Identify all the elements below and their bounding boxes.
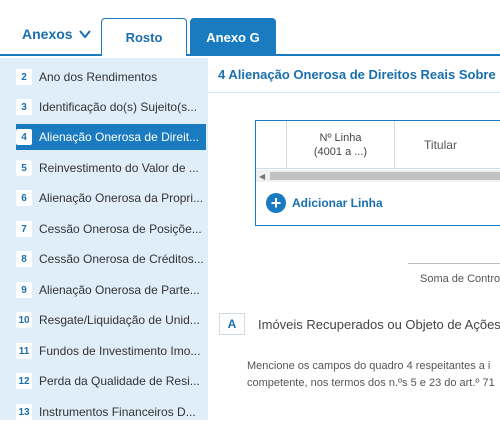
sidebar-item-label: Ano dos Rendimentos [39,70,158,84]
table-header-linha-label: Nº Linha [319,131,362,144]
sidebar-item-number: 3 [16,99,32,115]
data-table: Nº Linha (4001 a ...) Titular ◀ + Adicio… [255,120,500,226]
tab-rosto[interactable]: Rosto [101,18,187,56]
sidebar-item-number: 10 [16,312,32,328]
sidebar-item-label: Reinvestimento do Valor de ... [39,161,199,175]
sidebar-item-number: 2 [16,69,32,85]
table-header-linha: Nº Linha (4001 a ...) [287,121,395,168]
sidebar-item-8[interactable]: 8 Cessão Onerosa de Créditos... [16,246,206,272]
plus-circle-icon: + [266,193,286,213]
section-a-title: Imóveis Recuperados ou Objeto de Ações [258,317,500,332]
sidebar-item-label: Alienação Onerosa de Parte... [39,283,200,297]
sidebar-item-4[interactable]: 4 Alienação Onerosa de Direit... [16,124,206,150]
anexos-label: Anexos [22,26,73,42]
sidebar-item-label: Cessão Onerosa de Posiçõe... [39,222,202,236]
sidebar-item-2[interactable]: 2 Ano dos Rendimentos [16,64,206,90]
sidebar-item-3[interactable]: 3 Identificação do(s) Sujeito(s... [16,94,206,120]
sidebar-item-7[interactable]: 7 Cessão Onerosa de Posiçõe... [16,216,206,242]
sidebar-item-number: 5 [16,160,32,176]
sidebar-item-10[interactable]: 10 Resgate/Liquidação de Unid... [16,307,206,333]
sidebar-item-label: Cessão Onerosa de Créditos... [39,252,204,266]
sidebar-item-number: 9 [16,282,32,298]
main-content: 4 Alienação Onerosa de Direitos Reais So… [208,58,500,420]
sidebar-item-6[interactable]: 6 Alienação Onerosa da Propri... [16,185,206,211]
sidebar-item-label: Identificação do(s) Sujeito(s... [39,100,198,114]
tab-anexo-g-label: Anexo G [206,29,260,45]
scroll-left-arrow-icon[interactable]: ◀ [259,172,265,181]
chevron-down-icon [78,30,91,39]
sidebar-item-5[interactable]: 5 Reinvestimento do Valor de ... [16,155,206,181]
section-title: 4 Alienação Onerosa de Direitos Reais So… [218,67,496,82]
add-line-button[interactable]: + Adicionar Linha [266,193,383,213]
sidebar-item-label: Alienação Onerosa de Direit... [39,130,200,144]
sidebar-item-label: Fundos de Investimento Imo... [39,344,201,358]
table-header: Nº Linha (4001 a ...) Titular [256,121,500,169]
sidebar-item-label: Resgate/Liquidação de Unid... [39,313,200,327]
sidebar-item-number: 13 [16,404,32,420]
sidebar: 2 Ano dos Rendimentos 3 Identificação do… [0,58,208,420]
anexos-dropdown[interactable]: Anexos [22,26,91,42]
tab-anexo-g[interactable]: Anexo G [190,18,276,56]
section-a-badge: A [219,313,245,335]
sidebar-item-number: 6 [16,190,32,206]
table-header-linha-range: (4001 a ...) [313,145,368,158]
sidebar-item-12[interactable]: 12 Perda da Qualidade de Resi... [16,368,206,394]
instruction-line-1: Mencione os campos do quadro 4 respeitan… [247,360,491,372]
soma-controlo-label: Soma de Contro [420,273,500,285]
sidebar-item-number: 8 [16,251,32,267]
sidebar-item-label: Perda da Qualidade de Resi... [39,374,200,388]
soma-divider [408,263,500,264]
sidebar-item-number: 7 [16,221,32,237]
tab-rosto-label: Rosto [125,30,163,45]
sidebar-item-number: 12 [16,373,32,389]
sidebar-item-number: 11 [16,343,32,359]
instruction-paragraph: Mencione os campos do quadro 4 respeitan… [247,358,500,392]
table-header-titular: Titular [424,137,457,152]
title-divider [208,92,500,93]
table-header-select-column [256,121,287,168]
instruction-line-2: competente, nos termos dos n.ºs 5 e 23 d… [247,377,495,389]
sidebar-item-11[interactable]: 11 Fundos de Investimento Imo... [16,338,206,364]
tab-bar: Anexos Rosto Anexo G [0,0,500,56]
horizontal-scrollbar[interactable]: ◀ [256,170,500,182]
sidebar-item-label: Instrumentos Financeiros D... [39,405,196,419]
add-line-label: Adicionar Linha [292,196,383,210]
sidebar-item-label: Alienação Onerosa da Propri... [39,191,204,205]
sidebar-item-9[interactable]: 9 Alienação Onerosa de Parte... [16,277,206,303]
scrollbar-thumb[interactable] [270,172,500,180]
sidebar-item-number: 4 [16,129,32,145]
sidebar-item-13[interactable]: 13 Instrumentos Financeiros D... [16,399,206,425]
